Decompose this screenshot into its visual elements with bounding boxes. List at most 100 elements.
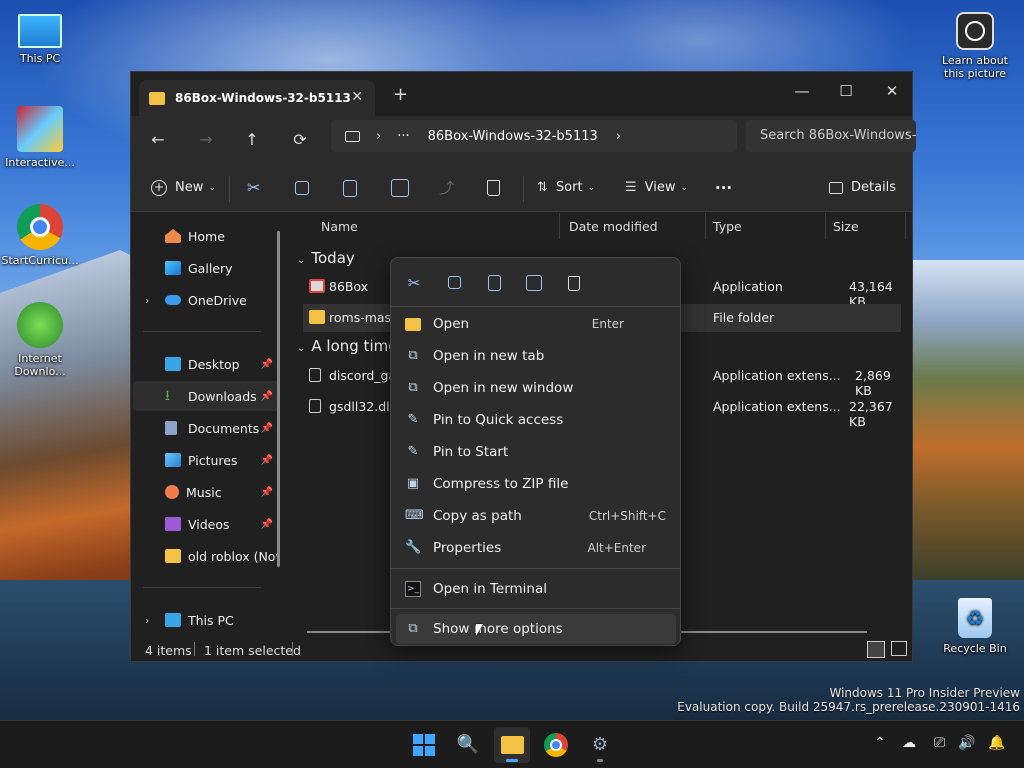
pin-icon[interactable]: 📌 [261,519,273,530]
copy-icon[interactable] [295,174,309,202]
menu-item-open-new-window[interactable]: ⧉ Open in new window [396,373,676,403]
chevron-right-icon: › [376,128,382,144]
search-input[interactable]: Search 86Box-Windows-32-b5113 [746,120,916,152]
menu-item-show-more-options[interactable]: ⧉ Show more options [396,614,676,644]
sidebar-item-old-roblox[interactable]: old roblox (Nov [133,541,279,571]
rename-icon[interactable] [391,174,409,202]
large-icons-view-button[interactable] [891,641,907,656]
start-button[interactable] [406,727,442,763]
volume-icon[interactable]: 🔊 [958,735,975,751]
column-header-type[interactable]: Type [713,219,742,234]
sidebar-item-downloads[interactable]: ⭳ Downloads 📌 [133,381,279,411]
pin-icon[interactable]: 📌 [261,423,273,434]
chrome-taskbar-button[interactable] [538,727,574,763]
refresh-button[interactable]: ⟳ [285,126,315,154]
share-icon[interactable]: ⤴ [439,174,454,202]
back-button[interactable]: ← [143,126,173,154]
desktop-icon-startcurriculum[interactable]: StartCurricu... [0,204,80,267]
see-more-button[interactable]: ··· [715,174,732,202]
cut-icon[interactable]: ✂ [401,270,427,296]
sort-icon: ⇅ [537,180,548,195]
close-tab-icon[interactable]: ✕ [351,89,363,105]
view-button[interactable]: ☰ View ⌄ [625,174,688,202]
column-divider[interactable] [705,213,706,239]
minimize-button[interactable]: — [779,76,825,106]
pin-icon[interactable]: 📌 [261,487,273,498]
sort-button[interactable]: ⇅ Sort ⌄ [537,174,595,202]
menu-item-open-terminal[interactable]: >_ Open in Terminal [396,574,676,604]
rename-icon[interactable] [521,270,547,296]
file-explorer-taskbar-button[interactable] [494,727,530,763]
up-button[interactable]: ↑ [237,126,267,154]
sidebar-scrollbar[interactable] [277,231,280,567]
pin-icon[interactable]: 📌 [261,391,273,402]
menu-item-copy-path[interactable]: ⌨ Copy as path Ctrl+Shift+C [396,501,676,531]
menu-item-pin-quick-access[interactable]: ✎ Pin to Quick access [396,405,676,435]
group-header-today[interactable]: ⌄ Today [297,249,355,267]
copy-icon[interactable] [441,270,467,296]
close-window-button[interactable]: ✕ [869,76,915,106]
delete-icon[interactable] [561,270,587,296]
chevron-right-icon: › [145,293,150,307]
desktop-icon-this-pc[interactable]: This PC [0,12,80,65]
onedrive-icon[interactable]: ☁ [902,735,916,751]
windows-logo-icon [413,734,435,756]
menu-item-compress-zip[interactable]: ▣ Compress to ZIP file [396,469,676,499]
column-divider[interactable] [905,213,906,239]
application-icon [309,279,325,293]
new-tab-button[interactable]: + [393,84,408,105]
group-header-long-time[interactable]: ⌄ A long time [297,337,397,355]
address-more-button[interactable]: ··· [397,129,409,144]
chevron-down-icon: ⌄ [297,343,306,354]
sidebar-item-gallery[interactable]: Gallery [133,253,279,283]
network-icon[interactable]: ⎚ [934,735,945,751]
maximize-button[interactable]: ☐ [823,76,869,106]
new-button[interactable]: + New ⌄ [151,174,216,202]
sidebar-item-desktop[interactable]: Desktop 📌 [133,349,279,379]
pin-icon[interactable]: 📌 [261,455,273,466]
sidebar-item-this-pc[interactable]: › This PC [133,605,279,635]
learn-about-picture[interactable]: Learn about this picture [935,12,1015,80]
cut-icon[interactable]: ✂ [247,174,260,202]
sidebar-item-onedrive[interactable]: › OneDrive [133,285,279,315]
divider [143,587,261,588]
menu-item-pin-start[interactable]: ✎ Pin to Start [396,437,676,467]
wallpaper-trees [900,260,1024,600]
sidebar-item-home[interactable]: Home [133,221,279,251]
search-icon[interactable]: 🔍 [450,727,486,763]
divider [292,642,293,656]
details-button[interactable]: Details [829,174,896,202]
desktop-icon [165,357,181,371]
divider [391,608,680,609]
tab-86box[interactable]: 86Box-Windows-32-b5113 ✕ [139,80,375,116]
address-current-folder[interactable]: 86Box-Windows-32-b5113 [428,129,598,144]
chrome-icon [17,204,63,250]
desktop-icon-recycle-bin[interactable]: ♻ Recycle Bin [935,598,1015,655]
sidebar-item-videos[interactable]: Videos 📌 [133,509,279,539]
desktop-icon-internet-download[interactable]: Internet Downlo... [0,302,80,378]
menu-item-open-new-tab[interactable]: ⧉ Open in new tab [396,341,676,371]
notification-bell-icon[interactable]: 🔔 [988,735,1005,751]
column-divider[interactable] [825,213,826,239]
menu-item-properties[interactable]: 🔧 Properties Alt+Enter [396,533,676,563]
address-bar[interactable]: › ··· 86Box-Windows-32-b5113 › [331,120,737,152]
details-view-button[interactable] [867,641,885,658]
column-header-size[interactable]: Size [833,219,859,234]
folder-icon [149,91,165,105]
chevron-up-icon[interactable]: ⌃ [874,735,886,751]
sidebar-item-pictures[interactable]: Pictures 📌 [133,445,279,475]
desktop-icon-interactive[interactable]: Interactive... [0,106,80,169]
pin-icon[interactable]: 📌 [261,359,273,370]
forward-button[interactable]: → [191,126,221,154]
menu-item-open[interactable]: Open Enter [396,309,676,339]
paste-icon[interactable] [343,174,357,202]
sidebar-item-music[interactable]: Music 📌 [133,477,279,507]
column-header-date[interactable]: Date modified [569,219,658,234]
column-header-name[interactable]: Name [321,219,358,234]
settings-taskbar-button[interactable]: ⚙ [582,727,618,763]
file-icon [309,399,321,413]
paste-icon[interactable] [481,270,507,296]
sidebar-item-documents[interactable]: Documents 📌 [133,413,279,443]
column-divider[interactable] [559,213,560,239]
delete-icon[interactable] [487,174,500,202]
